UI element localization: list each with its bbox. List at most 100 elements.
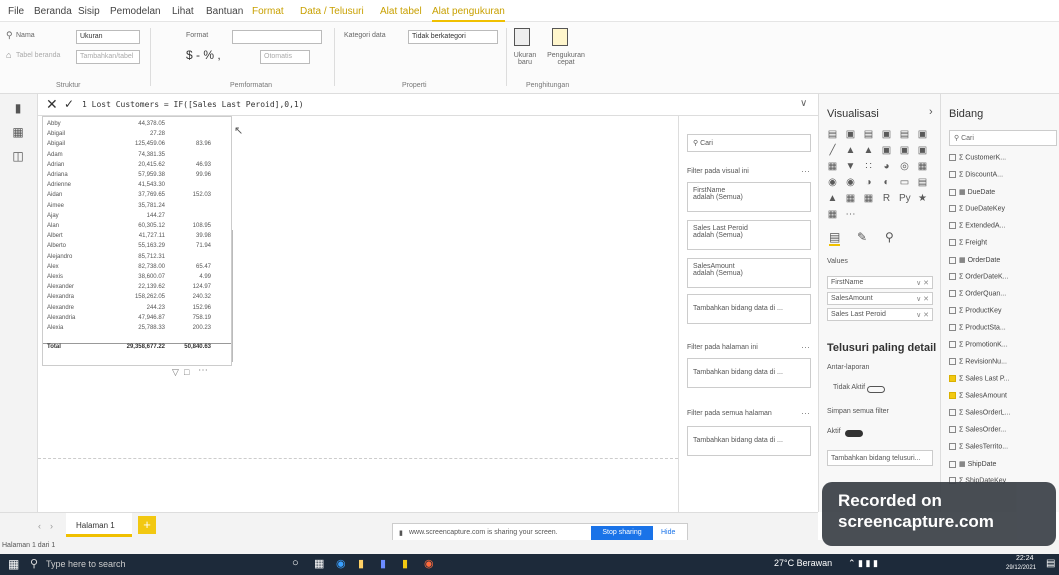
- field-checkbox[interactable]: [949, 239, 956, 246]
- percent-bar-icon[interactable]: ▤: [899, 130, 910, 140]
- field-checkbox[interactable]: [949, 341, 956, 348]
- fields-search-input[interactable]: ⚲ Cari: [949, 130, 1057, 146]
- cortana-icon[interactable]: ○: [292, 557, 299, 569]
- line-column-icon[interactable]: ▣: [881, 146, 892, 156]
- cross-report-toggle[interactable]: [867, 386, 885, 393]
- quick-measure-button[interactable]: Pengukuran cepat: [546, 52, 586, 66]
- format-paint-icon[interactable]: ✎: [857, 230, 867, 244]
- clock-time[interactable]: 22:24: [1016, 555, 1034, 562]
- stop-sharing-button[interactable]: Stop sharing: [591, 526, 653, 540]
- remove-icon[interactable]: ∨ ✕: [916, 311, 929, 319]
- edge-icon[interactable]: ◉: [336, 557, 346, 570]
- area-chart-icon[interactable]: ▲: [845, 146, 856, 156]
- menu-alat-tabel[interactable]: Alat tabel: [380, 6, 422, 17]
- table-row[interactable]: Alex 82,738.00 65.47: [43, 264, 231, 273]
- card-icon[interactable]: ▭: [899, 178, 910, 188]
- funnel-icon[interactable]: ▼: [845, 162, 856, 172]
- field-item[interactable]: ▦ OrderDate: [949, 256, 1059, 268]
- app-icon[interactable]: ▮: [380, 557, 386, 570]
- decomposition-tree-icon[interactable]: ▦: [827, 210, 838, 220]
- table-row[interactable]: Alan 60,305.12 108.95: [43, 223, 231, 232]
- gauge-icon[interactable]: ◐: [881, 178, 892, 188]
- field-item[interactable]: Σ ProductKey: [949, 307, 1059, 319]
- table-row[interactable]: Adam 74,381.35: [43, 152, 231, 161]
- field-item[interactable]: Σ OrderDateK...: [949, 273, 1059, 285]
- table-row[interactable]: Abigail 27.28: [43, 131, 231, 140]
- model-view-icon[interactable]: ◫: [11, 150, 25, 162]
- table-row[interactable]: Aidan 37,769.65 152.03: [43, 192, 231, 201]
- field-checkbox[interactable]: [949, 426, 956, 433]
- matrix-icon[interactable]: ▦: [863, 194, 874, 204]
- more-icon[interactable]: ⋯: [801, 408, 810, 419]
- add-drill-field[interactable]: Tambahkan bidang telusuri...: [827, 450, 933, 466]
- field-checkbox[interactable]: [949, 307, 956, 314]
- filter-card-salesamount[interactable]: SalesAmount adalah (Semua): [687, 258, 811, 288]
- filter-card-firstname[interactable]: FirstName adalah (Semua): [687, 182, 811, 212]
- percent-column-icon[interactable]: ▣: [917, 130, 928, 140]
- table-row[interactable]: Ajay 144.27: [43, 213, 231, 222]
- field-checkbox[interactable]: [949, 443, 956, 450]
- add-page-button[interactable]: +: [138, 516, 156, 534]
- table-row[interactable]: Alexandre 244.23 152.96: [43, 305, 231, 314]
- field-item[interactable]: Σ Sales Last P...: [949, 375, 1059, 387]
- field-checkbox[interactable]: [949, 290, 956, 297]
- field-item[interactable]: Σ RevisionNu...: [949, 358, 1059, 370]
- collapse-icon[interactable]: ›: [929, 106, 933, 118]
- value-well-sales-last-peroid[interactable]: Sales Last Peroid ∨ ✕: [827, 308, 933, 321]
- r-visual-icon[interactable]: R: [881, 194, 892, 204]
- donut-chart-icon[interactable]: ◎: [899, 162, 910, 172]
- system-tray-icons[interactable]: ⌃ ▮ ▮ ▮: [848, 558, 878, 569]
- field-item[interactable]: Σ DiscountA...: [949, 171, 1059, 183]
- weather-status[interactable]: 27°C Berawan: [774, 558, 832, 568]
- field-item[interactable]: Σ DueDateKey: [949, 205, 1059, 217]
- commit-icon[interactable]: ✓: [64, 97, 74, 111]
- field-item[interactable]: Σ ProductSta...: [949, 324, 1059, 336]
- more-visuals-icon[interactable]: ⋯: [845, 210, 856, 220]
- field-item[interactable]: Σ SalesOrder...: [949, 426, 1059, 438]
- currency-format-buttons[interactable]: $ - % ,: [186, 48, 221, 62]
- data-view-icon[interactable]: ▦: [11, 126, 25, 138]
- python-visual-icon[interactable]: Py: [899, 194, 911, 204]
- field-item[interactable]: Σ SalesAmount: [949, 392, 1059, 404]
- next-page-icon[interactable]: ›: [50, 521, 53, 531]
- stacked-area-icon[interactable]: ▲: [863, 146, 874, 156]
- file-explorer-icon[interactable]: ▮: [358, 557, 364, 570]
- taskbar-search-box[interactable]: Type here to search: [46, 559, 126, 569]
- scatter-icon[interactable]: ∷: [863, 162, 874, 172]
- report-view-icon[interactable]: ▮: [11, 102, 25, 114]
- line-chart-icon[interactable]: ╱: [827, 146, 838, 156]
- table-row[interactable]: Adriana 57,959.38 99.96: [43, 172, 231, 181]
- field-checkbox[interactable]: [949, 273, 956, 280]
- table-row[interactable]: Alejandro 85,712.31: [43, 254, 231, 263]
- menu-file[interactable]: File: [8, 6, 24, 17]
- add-field-visual[interactable]: Tambahkan bidang data di ...: [687, 294, 811, 324]
- cancel-icon[interactable]: ✕: [46, 96, 58, 113]
- table-row[interactable]: Aimee 35,781.24: [43, 203, 231, 212]
- more-options-icon[interactable]: ⋯: [198, 365, 208, 376]
- keep-filters-toggle[interactable]: [845, 430, 863, 437]
- field-item[interactable]: Σ Freight: [949, 239, 1059, 251]
- stacked-column-icon[interactable]: ▣: [845, 130, 856, 140]
- table-row[interactable]: Abby 44,378.05: [43, 121, 231, 130]
- expand-formula-icon[interactable]: ∨: [800, 98, 807, 109]
- clustered-column-icon[interactable]: ▣: [881, 130, 892, 140]
- field-item[interactable]: ▦ ShipDate: [949, 460, 1059, 472]
- map-icon[interactable]: ◉: [827, 178, 838, 188]
- menu-bantuan[interactable]: Bantuan: [206, 6, 243, 17]
- treemap-icon[interactable]: ▦: [917, 162, 928, 172]
- table-row[interactable]: Alexander 22,139.62 124.97: [43, 284, 231, 293]
- table-row[interactable]: Adrienne 41,543.30: [43, 182, 231, 191]
- field-checkbox[interactable]: [949, 256, 956, 264]
- chrome-icon[interactable]: ◉: [424, 557, 434, 570]
- shape-map-icon[interactable]: ◑: [863, 178, 874, 188]
- page-tab-halaman-1[interactable]: Halaman 1: [66, 513, 132, 537]
- field-checkbox[interactable]: [949, 358, 956, 365]
- field-checkbox[interactable]: [949, 222, 956, 229]
- value-well-firstname[interactable]: FirstName ∨ ✕: [827, 276, 933, 289]
- home-table-select[interactable]: Tambahkan/tabel: [76, 50, 140, 64]
- field-checkbox[interactable]: [949, 460, 956, 468]
- more-icon[interactable]: ⋯: [801, 342, 810, 353]
- waterfall-icon[interactable]: ▦: [827, 162, 838, 172]
- value-well-salesamount[interactable]: SalesAmount ∨ ✕: [827, 292, 933, 305]
- field-checkbox[interactable]: [949, 154, 956, 161]
